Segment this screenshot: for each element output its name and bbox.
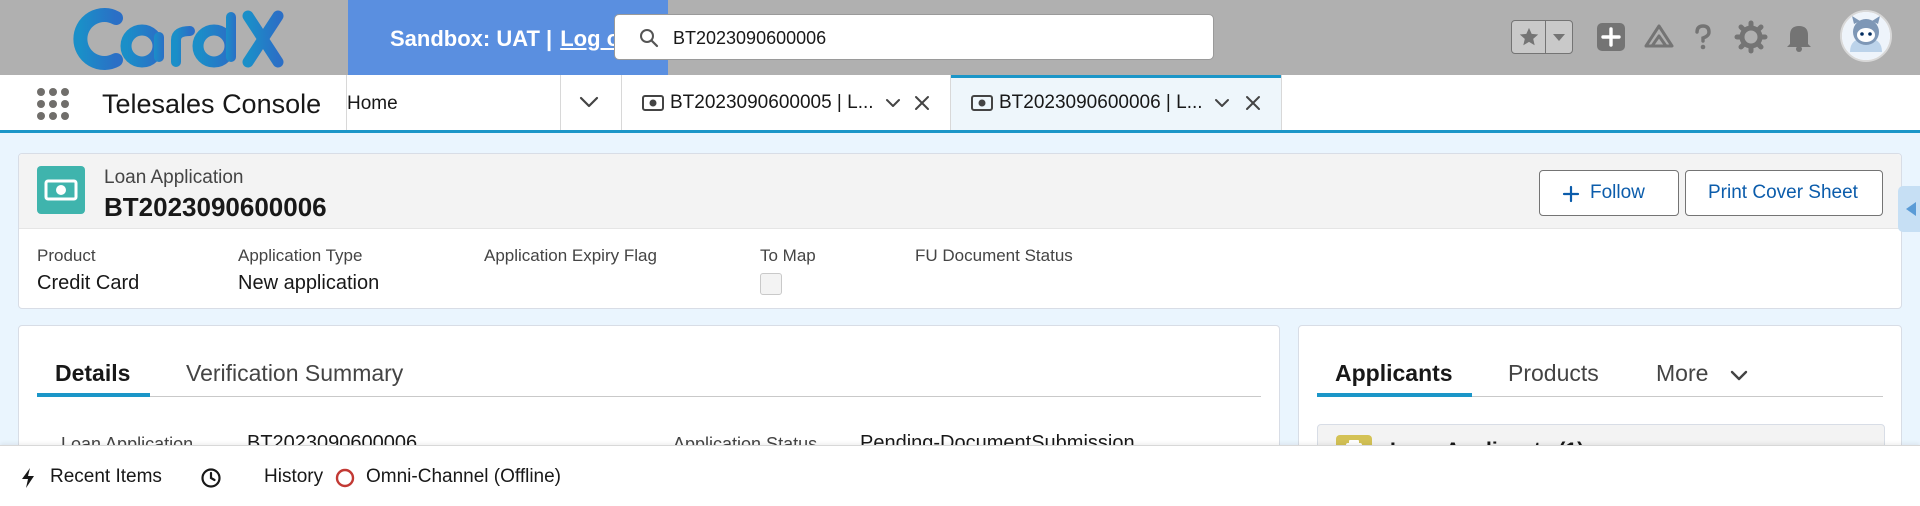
utility-bar: Recent Items History Omni-Channel (Offli…: [0, 445, 1920, 506]
tab-applicants[interactable]: Applicants: [1335, 360, 1453, 387]
tab-close-icon[interactable]: [1245, 95, 1261, 111]
side-panel-toggle[interactable]: [1898, 186, 1920, 232]
follow-label: Follow: [1590, 182, 1645, 203]
favorites-dropdown-icon[interactable]: [1552, 33, 1566, 43]
help-icon[interactable]: [1686, 20, 1720, 54]
tab-menu-chevron-icon[interactable]: [1213, 95, 1231, 111]
search-icon: [640, 29, 659, 48]
field-label-product: Product: [37, 246, 96, 265]
utility-omni-channel[interactable]: Omni-Channel (Offline): [334, 466, 594, 490]
field-value-application-type: New application: [238, 272, 380, 294]
tab-label: BT2023090600005 | L...: [670, 92, 874, 113]
tab-verification-summary[interactable]: Verification Summary: [186, 360, 403, 387]
print-cover-sheet-button[interactable]: Print Cover Sheet: [1685, 170, 1883, 216]
global-add-icon[interactable]: [1594, 20, 1628, 54]
record-object-type: Loan Application: [104, 167, 244, 188]
to-map-checkbox: [760, 273, 782, 295]
more-label: More: [1656, 360, 1709, 386]
setup-gear-icon[interactable]: [1734, 20, 1768, 54]
record-highlights-panel: Loan Application BT2023090600006 Follow …: [18, 153, 1902, 309]
omni-channel-label: Omni-Channel (Offline): [366, 466, 562, 487]
user-avatar[interactable]: [1840, 10, 1892, 62]
tab-products[interactable]: Products: [1508, 360, 1599, 387]
chevron-down-icon: [1730, 370, 1748, 381]
clock-icon: [201, 468, 221, 488]
tab-home[interactable]: Home: [347, 93, 398, 115]
field-label-application-type: Application Type: [238, 246, 363, 265]
field-label-fu-document-status: FU Document Status: [915, 246, 1073, 265]
record-header: Loan Application BT2023090600006 Follow …: [19, 154, 1901, 229]
offline-status-icon: [335, 468, 355, 488]
nav-menu-chevron-icon[interactable]: [578, 93, 600, 111]
record-page: Loan Application BT2023090600006 Follow …: [0, 133, 1920, 485]
active-tab-indicator: [37, 393, 150, 397]
sandbox-label: Sandbox: UAT |: [390, 26, 553, 51]
tab-loan-application-2[interactable]: BT2023090600006 | L...: [951, 75, 1281, 130]
favorites-star-icon[interactable]: [1518, 26, 1540, 48]
tab-close-icon[interactable]: [914, 95, 930, 111]
lightning-bolt-icon: [22, 468, 34, 488]
plus-icon: [1562, 185, 1580, 203]
loan-application-tab-icon: [642, 95, 664, 111]
active-tab-indicator: [1317, 393, 1472, 397]
global-search[interactable]: [614, 14, 1214, 60]
global-header: Sandbox: UAT | Log out: [0, 0, 1920, 75]
field-value-product: Credit Card: [37, 272, 140, 294]
follow-button[interactable]: Follow: [1539, 170, 1679, 216]
field-label-to-map: To Map: [760, 246, 816, 265]
app-name: Telesales Console: [102, 89, 322, 119]
trailhead-icon[interactable]: [1642, 20, 1676, 54]
tab-more[interactable]: More: [1656, 360, 1748, 387]
tab-loan-application-1[interactable]: BT2023090600005 | L...: [622, 75, 950, 130]
favorites-group[interactable]: [1511, 20, 1573, 54]
tab-menu-chevron-icon[interactable]: [884, 95, 902, 111]
search-input[interactable]: [671, 21, 1195, 55]
record-name: BT2023090600006: [104, 192, 327, 222]
astro-avatar-icon: [1842, 12, 1890, 60]
recent-items-label: Recent Items: [50, 466, 162, 487]
console-nav-bar: Telesales Console Home BT2023090600005 |…: [0, 75, 1920, 133]
field-label-expiry-flag: Application Expiry Flag: [484, 246, 657, 265]
history-label: History: [264, 466, 324, 487]
tab-details[interactable]: Details: [55, 360, 130, 387]
notifications-bell-icon[interactable]: [1782, 20, 1816, 54]
loan-application-tab-icon: [971, 95, 993, 111]
chevron-left-icon: [1906, 202, 1916, 216]
tab-label: BT2023090600006 | L...: [999, 92, 1203, 113]
cardx-logo[interactable]: [58, 4, 288, 74]
app-launcher-icon[interactable]: [36, 87, 70, 121]
utility-recent-items[interactable]: Recent Items: [20, 466, 170, 490]
loan-application-record-icon: [37, 166, 85, 214]
utility-history[interactable]: History: [200, 466, 324, 490]
